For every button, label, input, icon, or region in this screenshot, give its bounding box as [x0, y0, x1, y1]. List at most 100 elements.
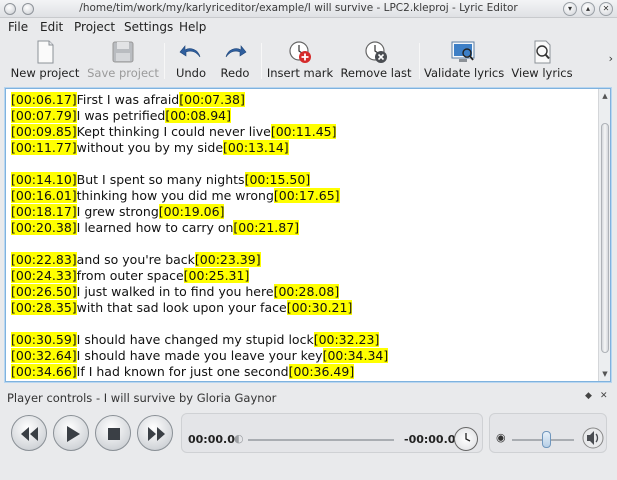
end-timestamp[interactable]: [00:34.34]: [322, 348, 389, 363]
lyric-line[interactable]: [00:09.85]Kept thinking I could never li…: [11, 124, 596, 140]
end-timestamp[interactable]: [00:17.65]: [273, 188, 340, 203]
save-project-button[interactable]: Save project: [86, 37, 160, 83]
new-project-button[interactable]: New project: [8, 37, 82, 83]
minimize-icon[interactable]: ▾: [563, 2, 577, 16]
lyric-text[interactable]: with that sad look upon your face: [77, 300, 287, 315]
lyric-text[interactable]: First I was afraid: [77, 92, 180, 107]
start-timestamp[interactable]: [00:11.77]: [11, 140, 77, 155]
lyric-line[interactable]: [00:20.38]I learned how to carry on[00:2…: [11, 220, 596, 236]
play-button[interactable]: [53, 415, 89, 451]
lyric-text[interactable]: thinking how you did me wrong: [77, 188, 274, 203]
view-lyrics-button[interactable]: View lyrics: [507, 37, 577, 83]
lyric-line[interactable]: [00:28.35]with that sad look upon your f…: [11, 300, 596, 316]
insert-mark-button[interactable]: Insert mark: [266, 37, 334, 83]
start-timestamp[interactable]: [00:22.83]: [11, 252, 77, 267]
window-menu-icon[interactable]: [4, 3, 16, 15]
start-timestamp[interactable]: [00:28.35]: [11, 300, 77, 315]
lyric-text[interactable]: I was petrified: [77, 108, 166, 123]
redo-button[interactable]: Redo: [214, 37, 256, 83]
start-timestamp[interactable]: [00:34.66]: [11, 364, 77, 379]
scrollbar-thumb[interactable]: [601, 123, 609, 353]
end-timestamp[interactable]: [00:28.08]: [273, 284, 340, 299]
menu-edit[interactable]: Edit: [40, 20, 63, 34]
end-timestamp[interactable]: [00:32.23]: [313, 332, 380, 347]
menu-file[interactable]: File: [8, 20, 28, 34]
start-timestamp[interactable]: [00:09.85]: [11, 124, 77, 139]
maximize-icon[interactable]: ▴: [581, 2, 595, 16]
end-timestamp[interactable]: [00:25.31]: [183, 268, 250, 283]
lyric-text[interactable]: and so you're back: [77, 252, 195, 267]
lyric-line[interactable]: [00:26.50]I just walked in to find you h…: [11, 284, 596, 300]
start-timestamp[interactable]: [00:06.17]: [11, 92, 77, 107]
lyric-line[interactable]: [00:14.10]But I spent so many nights[00:…: [11, 172, 596, 188]
seek-handle[interactable]: ◐: [234, 432, 244, 445]
blank-line[interactable]: [11, 236, 596, 252]
mute-icon[interactable]: ◉: [496, 431, 506, 444]
menu-project[interactable]: Project: [74, 20, 115, 34]
lyric-line[interactable]: [00:18.17]I grew strong[00:19.06]: [11, 204, 596, 220]
start-timestamp[interactable]: [00:20.38]: [11, 220, 77, 235]
start-timestamp[interactable]: [00:32.64]: [11, 348, 77, 363]
lyric-line[interactable]: [00:34.66]If I had known for just one se…: [11, 364, 596, 380]
blank-line[interactable]: [11, 316, 596, 332]
lyrics-editor[interactable]: [00:06.17]First I was afraid[00:07.38] [0…: [5, 88, 611, 382]
lyric-line[interactable]: [00:22.83]and so you're back[00:23.39]: [11, 252, 596, 268]
start-timestamp[interactable]: [00:30.59]: [11, 332, 77, 347]
lyric-line[interactable]: [00:32.64]I should have made you leave y…: [11, 348, 596, 364]
start-timestamp[interactable]: [00:18.17]: [11, 204, 77, 219]
lyric-text[interactable]: If I had known for just one second: [77, 364, 289, 379]
keep-above-icon[interactable]: [22, 3, 34, 15]
lyric-text[interactable]: But I spent so many nights: [77, 172, 245, 187]
end-timestamp[interactable]: [00:08.94]: [165, 108, 231, 123]
end-timestamp[interactable]: [00:07.38]: [179, 92, 245, 107]
seek-slider[interactable]: [248, 439, 394, 441]
clock-icon: [454, 427, 478, 451]
validate-lyrics-button[interactable]: Validate lyrics: [424, 37, 504, 83]
menu-help[interactable]: Help: [179, 20, 206, 34]
lyric-text[interactable]: I should have changed my stupid lock: [77, 332, 314, 347]
start-timestamp[interactable]: [00:24.33]: [11, 268, 77, 283]
vertical-scrollbar[interactable]: ▲ ▼: [598, 89, 610, 381]
lyric-text[interactable]: without you by my side: [77, 140, 223, 155]
lyric-text[interactable]: I should have made you leave your key: [77, 348, 323, 363]
lyric-text[interactable]: I learned how to carry on: [77, 220, 234, 235]
end-timestamp[interactable]: [00:13.14]: [223, 140, 289, 155]
start-timestamp[interactable]: [00:26.50]: [11, 284, 77, 299]
lyric-text[interactable]: from outer space: [77, 268, 184, 283]
dock-float-icon[interactable]: ◆: [585, 391, 592, 401]
end-timestamp[interactable]: [00:19.06]: [158, 204, 225, 219]
start-timestamp[interactable]: [00:16.01]: [11, 188, 77, 203]
end-timestamp[interactable]: [00:21.87]: [233, 220, 300, 235]
end-timestamp[interactable]: [00:15.50]: [244, 172, 311, 187]
dock-close-icon[interactable]: ✕: [600, 391, 608, 401]
lyric-text[interactable]: I just walked in to find you here: [77, 284, 274, 299]
lyric-line[interactable]: [00:16.01]thinking how you did me wrong[…: [11, 188, 596, 204]
scroll-down-icon[interactable]: ▼: [599, 369, 611, 379]
lyric-line[interactable]: [00:06.17]First I was afraid[00:07.38]: [11, 92, 596, 108]
end-timestamp[interactable]: [00:11.45]: [270, 124, 337, 139]
lyric-line[interactable]: [00:11.77]without you by my side[00:13.1…: [11, 140, 596, 156]
lyric-text[interactable]: I grew strong: [77, 204, 159, 219]
undo-button[interactable]: Undo: [170, 37, 212, 83]
end-timestamp[interactable]: [00:30.21]: [286, 300, 353, 315]
remove-last-button[interactable]: Remove last: [338, 37, 414, 83]
toolbar-overflow-icon[interactable]: ›: [609, 52, 613, 65]
undo-icon: [179, 45, 201, 58]
lyric-line[interactable]: [00:24.33]from outer space[00:25.31]: [11, 268, 596, 284]
rewind-button[interactable]: [11, 415, 47, 451]
lyric-text[interactable]: Kept thinking I could never live: [77, 124, 271, 139]
start-timestamp[interactable]: [00:07.79]: [11, 108, 77, 123]
start-timestamp[interactable]: [00:14.10]: [11, 172, 77, 187]
stop-button[interactable]: [95, 415, 131, 451]
scroll-up-icon[interactable]: ▲: [599, 91, 611, 101]
lyrics-text[interactable]: [00:06.17]First I was afraid[00:07.38] [0…: [11, 92, 596, 381]
lyric-line[interactable]: [00:07.79]I was petrified[00:08.94]: [11, 108, 596, 124]
menu-settings[interactable]: Settings: [124, 20, 173, 34]
end-timestamp[interactable]: [00:36.49]: [288, 364, 355, 379]
forward-button[interactable]: [137, 415, 173, 451]
blank-line[interactable]: [11, 156, 596, 172]
volume-handle[interactable]: [542, 431, 552, 448]
close-icon[interactable]: ✕: [599, 2, 613, 16]
end-timestamp[interactable]: [00:23.39]: [194, 252, 261, 267]
lyric-line[interactable]: [00:30.59]I should have changed my stupi…: [11, 332, 596, 348]
